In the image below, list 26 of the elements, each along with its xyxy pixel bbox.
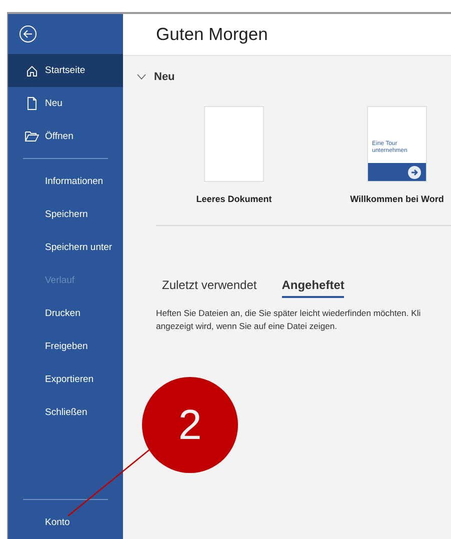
sidebar-item[interactable]: Öffnen [8, 120, 123, 153]
section-heading: Neu [154, 71, 175, 83]
page-title: Guten Morgen [123, 14, 451, 56]
sidebar-item[interactable]: Konto [8, 506, 123, 539]
sidebar-item[interactable]: Exportieren [8, 363, 123, 396]
back-icon[interactable] [19, 25, 37, 43]
folder-icon [25, 131, 39, 142]
blank-document-thumbnail[interactable] [204, 106, 264, 182]
description-text: Heften Sie Dateien an, die Sie später leicht wiederfinden möchten. Kli [156, 307, 422, 320]
sidebar-item[interactable]: Informationen [8, 165, 123, 198]
arrow-icon [408, 166, 421, 178]
template-label[interactable]: Willkommen bei Word [350, 194, 444, 204]
sidebar-item[interactable]: Freigeben [8, 330, 123, 363]
sidebar-item[interactable]: Schließen [8, 396, 123, 429]
sidebar-item[interactable]: Speichern unter [8, 231, 123, 264]
home-icon [26, 64, 38, 76]
document-icon [26, 97, 38, 110]
template-label[interactable]: Leeres Dokument [196, 194, 272, 204]
description-text: angezeigt wird, wenn Sie auf eine Datei zeigen. [156, 320, 338, 333]
chevron-icon[interactable] [137, 74, 146, 80]
sidebar-item[interactable]: Drucken [8, 297, 123, 330]
sidebar-item[interactable]: Startseite [8, 54, 123, 87]
tab[interactable]: Zuletzt verwendet [162, 278, 257, 298]
sidebar-item[interactable]: Speichern [8, 198, 123, 231]
tab[interactable]: Angeheftet [282, 278, 344, 298]
sidebar-item[interactable]: Neu [8, 87, 123, 120]
